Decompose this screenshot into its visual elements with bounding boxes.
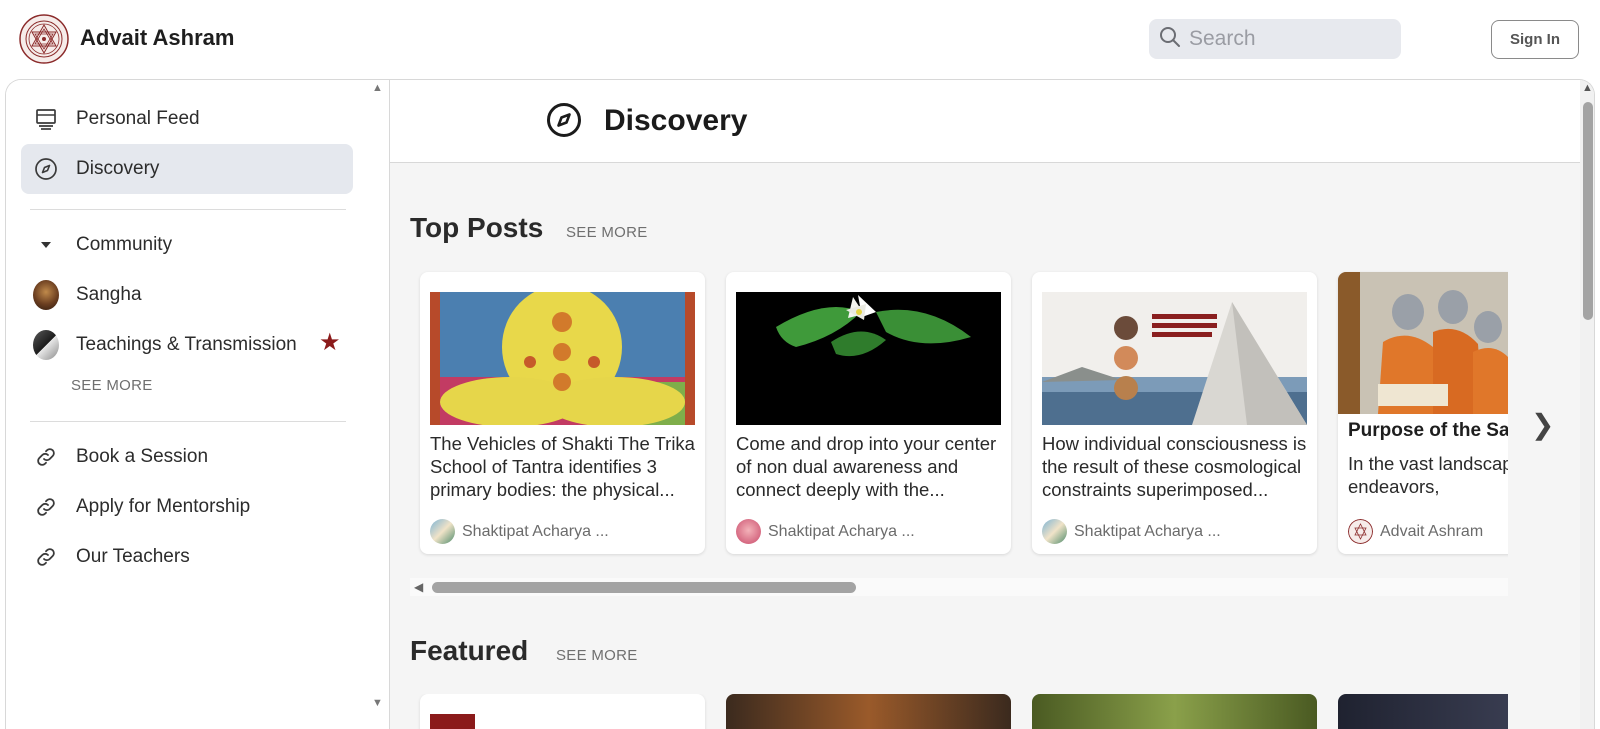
author-name: Shaktipat Acharya ...	[768, 522, 915, 540]
scroll-up-icon[interactable]: ▲	[1582, 82, 1593, 94]
post-thumbnail	[736, 292, 1001, 425]
post-excerpt: How individual consciousness is the resu…	[1042, 433, 1307, 500]
post-author[interactable]: Advait Ashram	[1348, 519, 1483, 544]
scrollbar-thumb[interactable]	[432, 582, 856, 593]
sri-yantra-logo[interactable]	[19, 14, 69, 64]
post-card[interactable]: How individual consciousness is the resu…	[1032, 272, 1317, 554]
featured-thumbnail	[430, 714, 475, 729]
search-input[interactable]: Search	[1149, 19, 1401, 59]
search-icon	[1159, 26, 1181, 53]
top-posts-title: Top Posts	[410, 212, 544, 243]
monitor-icon	[33, 106, 59, 132]
sidebar-item-book-session[interactable]: Book a Session	[21, 432, 353, 482]
avatar	[1042, 519, 1067, 544]
sidebar-item-label: Discovery	[76, 158, 160, 179]
post-excerpt: In the vast landscap spiritual endeavors…	[1348, 453, 1508, 497]
post-author[interactable]: Shaktipat Acharya ...	[736, 519, 915, 544]
sidebar-item-label: Sangha	[76, 284, 142, 305]
featured-card[interactable]	[726, 694, 1011, 729]
sidebar-divider	[30, 209, 346, 210]
link-icon	[33, 544, 59, 570]
featured-see-more[interactable]: SEE MORE	[556, 647, 638, 664]
featured-carousel	[390, 694, 1508, 729]
scroll-left-icon[interactable]: ◀	[414, 580, 423, 594]
post-excerpt: Come and drop into your center of non du…	[736, 433, 997, 500]
sidebar-scroll-up-icon[interactable]: ▲	[372, 82, 383, 94]
sidebar-item-our-teachers[interactable]: Our Teachers	[21, 532, 353, 582]
avatar	[33, 280, 59, 310]
page-title: Discovery	[604, 104, 748, 137]
sidebar: ▲ Personal Feed Discovery Community Sang…	[6, 80, 390, 729]
see-more-link[interactable]: SEE MORE	[71, 377, 153, 394]
sidebar-scroll-down-icon[interactable]: ▼	[372, 697, 383, 709]
post-author[interactable]: Shaktipat Acharya ...	[430, 519, 609, 544]
community-toggle[interactable]: Community	[21, 220, 353, 270]
caret-down-icon	[33, 232, 59, 258]
post-thumbnail	[1338, 272, 1508, 414]
link-icon	[33, 444, 59, 470]
post-author[interactable]: Shaktipat Acharya ...	[1042, 519, 1221, 544]
scrollbar-thumb[interactable]	[1583, 102, 1593, 320]
top-posts-see-more[interactable]: SEE MORE	[566, 224, 648, 241]
featured-card[interactable]	[1032, 694, 1317, 729]
post-card[interactable]: The Vehicles of Shakti The Trika School …	[420, 272, 705, 554]
search-placeholder: Search	[1189, 27, 1256, 50]
sidebar-item-label: Our Teachers	[76, 546, 190, 567]
featured-card[interactable]	[420, 694, 705, 729]
main-content: Discovery Top Posts SEE MORE The Vehicle…	[390, 80, 1580, 729]
featured-card[interactable]	[1338, 694, 1508, 729]
sidebar-item-label: Book a Session	[76, 446, 209, 467]
post-thumbnail	[1042, 292, 1307, 425]
featured-title: Featured	[410, 635, 529, 666]
avatar	[33, 330, 59, 360]
carousel-scrollbar[interactable]: ◀	[410, 578, 1508, 596]
post-card[interactable]: Come and drop into your center of non du…	[726, 272, 1011, 554]
sidebar-item-teachings[interactable]: Teachings & Transmission	[21, 320, 353, 370]
star-icon[interactable]: ★	[319, 328, 341, 357]
app-shell: ▲ Personal Feed Discovery Community Sang…	[5, 79, 1595, 729]
avatar	[736, 519, 761, 544]
author-name: Advait Ashram	[1380, 522, 1484, 540]
sidebar-item-label: Apply for Mentorship	[76, 496, 251, 517]
sidebar-divider	[30, 421, 346, 422]
main-scrollbar[interactable]: ▲	[1580, 80, 1594, 729]
sidebar-item-apply-mentorship[interactable]: Apply for Mentorship	[21, 482, 353, 532]
sign-in-button[interactable]: Sign In	[1491, 20, 1579, 59]
sidebar-item-label: Teachings & Transmission	[76, 334, 297, 355]
link-icon	[33, 494, 59, 520]
sidebar-item-discovery[interactable]: Discovery	[21, 144, 353, 194]
post-excerpt: The Vehicles of Shakti The Trika School …	[430, 433, 695, 500]
post-thumbnail	[430, 292, 695, 425]
brand-name[interactable]: Advait Ashram	[80, 25, 234, 51]
sidebar-item-sangha[interactable]: Sangha	[21, 270, 353, 320]
carousel-next-icon[interactable]: ❯	[1531, 408, 1554, 441]
top-posts-carousel: The Vehicles of Shakti The Trika School …	[390, 270, 1508, 560]
post-card[interactable]: Purpose of the Sar In the vast landscap …	[1338, 272, 1508, 554]
post-title: Purpose of the Sar	[1348, 420, 1508, 441]
sidebar-item-personal-feed[interactable]: Personal Feed	[21, 94, 353, 144]
author-name: Shaktipat Acharya ...	[1074, 522, 1221, 540]
sidebar-item-label: Personal Feed	[76, 108, 200, 129]
compass-icon	[33, 156, 59, 182]
avatar	[430, 519, 455, 544]
avatar	[1348, 519, 1373, 544]
community-label: Community	[76, 234, 173, 255]
page-header: Discovery	[390, 80, 1580, 163]
top-bar: Advait Ashram Search Sign In	[0, 0, 1600, 79]
compass-icon	[546, 102, 582, 143]
author-name: Shaktipat Acharya ...	[462, 522, 609, 540]
